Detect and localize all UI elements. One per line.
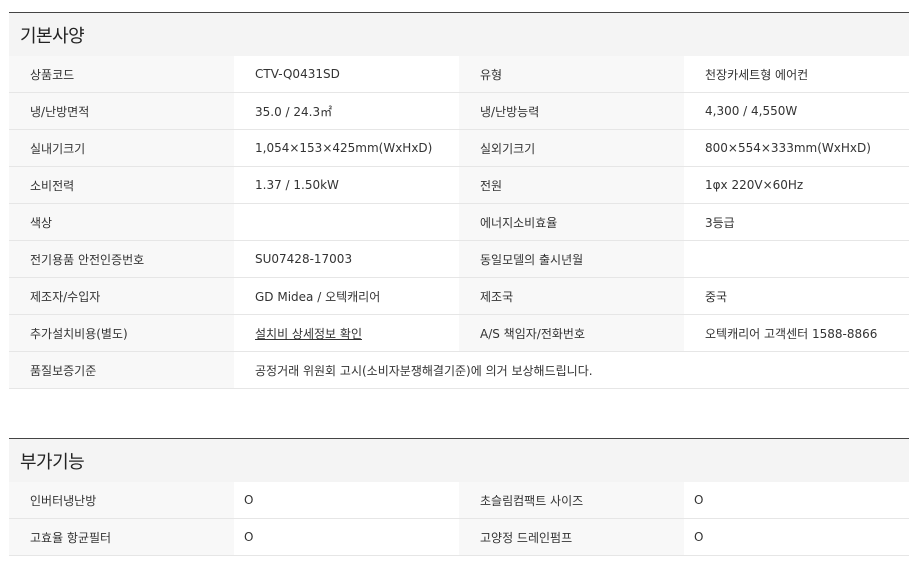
- table-row: 전기용품 안전인증번호 SU07428-17003 동일모델의 출시년월: [9, 240, 909, 278]
- table-row: 추가설치비용(별도) 설치비 상세정보 확인 A/S 책임자/전화번호 오텍캐리…: [9, 314, 909, 352]
- spec-label: A/S 책임자/전화번호: [459, 314, 684, 352]
- spec-value: 800×554×333mm(WxHxD): [684, 129, 909, 167]
- feature-value: O: [684, 518, 909, 556]
- spec-value: SU07428-17003: [234, 240, 459, 278]
- feature-label: 고효율 항균필터: [9, 518, 234, 556]
- spec-value: 오텍캐리어 고객센터 1588-8866: [684, 314, 909, 352]
- feature-label: 고양정 드레인펌프: [459, 518, 684, 556]
- spec-label: 상품코드: [9, 56, 234, 93]
- spec-value: [684, 240, 909, 278]
- table-row: 소비전력 1.37 / 1.50kW 전원 1φx 220V×60Hz: [9, 166, 909, 204]
- basic-spec-header: 기본사양: [9, 12, 909, 56]
- table-row: 고효율 항균필터 O 고양정 드레인펌프 O: [9, 518, 909, 556]
- spec-value: 4,300 / 4,550W: [684, 92, 909, 130]
- feature-value: O: [234, 482, 459, 519]
- spec-label: 색상: [9, 203, 234, 241]
- extra-feature-table: 인버터냉난방 O 초슬림컴팩트 사이즈 O 고효율 항균필터 O 고양정 드레인…: [9, 482, 909, 556]
- spec-label: 동일모델의 출시년월: [459, 240, 684, 278]
- extra-feature-section: 부가기능 인버터냉난방 O 초슬림컴팩트 사이즈 O 고효율 항균필터 O 고양…: [9, 438, 909, 556]
- table-row: 상품코드 CTV-Q0431SD 유형 천장카세트형 에어컨: [9, 56, 909, 93]
- table-row: 색상 에너지소비효율 3등급: [9, 203, 909, 241]
- spec-value: 1φx 220V×60Hz: [684, 166, 909, 204]
- feature-value: O: [684, 482, 909, 519]
- spec-label: 소비전력: [9, 166, 234, 204]
- spec-value: 설치비 상세정보 확인: [234, 314, 459, 352]
- table-row: 품질보증기준 공정거래 위원회 고시(소비자분쟁해결기준)에 의거 보상해드립니…: [9, 351, 909, 389]
- spec-value: 35.0 / 24.3㎡: [234, 92, 459, 130]
- table-row: 제조자/수입자 GD Midea / 오텍캐리어 제조국 중국: [9, 277, 909, 315]
- spec-value: 3등급: [684, 203, 909, 241]
- basic-spec-table: 상품코드 CTV-Q0431SD 유형 천장카세트형 에어컨 냉/난방면적 35…: [9, 56, 909, 389]
- extra-feature-title: 부가기능: [20, 451, 85, 473]
- feature-label: 초슬림컴팩트 사이즈: [459, 482, 684, 519]
- feature-value: O: [234, 518, 459, 556]
- install-cost-detail-link[interactable]: 설치비 상세정보 확인: [255, 327, 362, 341]
- spec-label: 전원: [459, 166, 684, 204]
- spec-value: [234, 203, 459, 241]
- spec-value: GD Midea / 오텍캐리어: [234, 277, 459, 315]
- spec-value: 중국: [684, 277, 909, 315]
- spec-value: 공정거래 위원회 고시(소비자분쟁해결기준)에 의거 보상해드립니다.: [234, 351, 909, 389]
- spec-value: 1.37 / 1.50kW: [234, 166, 459, 204]
- extra-feature-header: 부가기능: [9, 438, 909, 482]
- spec-value: CTV-Q0431SD: [234, 56, 459, 93]
- table-row: 인버터냉난방 O 초슬림컴팩트 사이즈 O: [9, 482, 909, 519]
- spec-label: 냉/난방능력: [459, 92, 684, 130]
- spec-label: 제조자/수입자: [9, 277, 234, 315]
- spec-value: 천장카세트형 에어컨: [684, 56, 909, 93]
- spec-label: 실내기크기: [9, 129, 234, 167]
- feature-label: 인버터냉난방: [9, 482, 234, 519]
- spec-label: 에너지소비효율: [459, 203, 684, 241]
- spec-value: 1,054×153×425mm(WxHxD): [234, 129, 459, 167]
- table-row: 실내기크기 1,054×153×425mm(WxHxD) 실외기크기 800×5…: [9, 129, 909, 167]
- table-row: 냉/난방면적 35.0 / 24.3㎡ 냉/난방능력 4,300 / 4,550…: [9, 92, 909, 130]
- spec-label: 제조국: [459, 277, 684, 315]
- spec-label: 전기용품 안전인증번호: [9, 240, 234, 278]
- spec-label: 추가설치비용(별도): [9, 314, 234, 352]
- basic-spec-title: 기본사양: [20, 25, 85, 47]
- spec-label: 냉/난방면적: [9, 92, 234, 130]
- spec-label: 유형: [459, 56, 684, 93]
- spec-label: 실외기크기: [459, 129, 684, 167]
- spec-label: 품질보증기준: [9, 351, 234, 389]
- basic-spec-section: 기본사양 상품코드 CTV-Q0431SD 유형 천장카세트형 에어컨 냉/난방…: [9, 12, 909, 389]
